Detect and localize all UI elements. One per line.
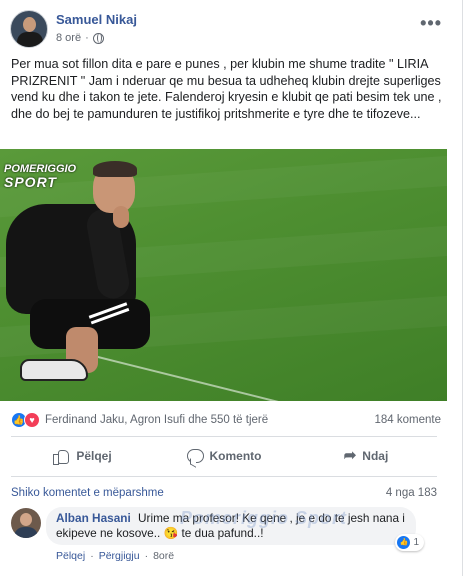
post-actions: Pëlqej Komento ➦ Ndaj [11, 440, 437, 472]
reactions-bar: 👍 ♥ Ferdinand Jaku, Agron Isufi dhe 550 … [11, 412, 441, 430]
comment-reaction-badge[interactable]: 👍 1 [395, 534, 424, 551]
like-reaction-icon: 👍 [397, 536, 411, 549]
comment-button[interactable]: Komento [153, 440, 295, 472]
globe-icon [92, 32, 104, 44]
comment-time[interactable]: 8orë [153, 550, 174, 562]
post-photo[interactable]: POMERIGGIO SPORT [0, 149, 447, 401]
reaction-names[interactable]: Ferdinand Jaku, Agron Isufi dhe 550 të t… [45, 414, 268, 426]
comment-watermark: Pomeriggio Sport [180, 508, 348, 528]
pitch-line [89, 354, 447, 401]
view-previous-comments-link[interactable]: Shiko komentet e mëparshme [11, 487, 164, 499]
watermark-line2: SPORT [4, 174, 57, 190]
comments-pager: 4 nga 183 [385, 487, 437, 499]
divider [11, 436, 437, 437]
comment-count[interactable]: 184 komente [375, 414, 442, 426]
post-card: Samuel Nikaj 8 orë · ••• Per mua sot fil… [0, 0, 463, 576]
coach-hand [113, 206, 129, 228]
love-reaction-icon: ♥ [24, 412, 40, 428]
commenter-avatar[interactable] [11, 508, 41, 538]
image-watermark: POMERIGGIO SPORT [4, 163, 76, 189]
separator-dot: · [90, 550, 94, 562]
like-button[interactable]: Pëlqej [11, 440, 153, 472]
comment-actions: Pëlqej · Përgjigju · 8orë [56, 550, 174, 562]
avatar-head [23, 17, 36, 32]
comment-like-link[interactable]: Pëlqej [56, 550, 85, 562]
like-label: Pëlqej [76, 449, 112, 463]
coach-shoe [20, 359, 88, 381]
comment-bubble: Pomeriggio Sport Alban Hasani Urime ma p… [46, 507, 424, 551]
post-time[interactable]: 8 orë [56, 32, 81, 44]
post-text: Per mua sot fillon dita e pare e punes ,… [11, 57, 446, 121]
commenter-name[interactable]: Alban Hasani [56, 511, 131, 525]
author-avatar[interactable] [10, 10, 48, 48]
post-header: Samuel Nikaj 8 orë · ••• [10, 10, 452, 50]
share-icon: ➦ [343, 447, 357, 464]
comment-label: Komento [209, 449, 262, 463]
share-label: Ndaj [362, 449, 389, 463]
comments-header: Shiko komentet e mëparshme 4 nga 183 [11, 487, 437, 499]
commenter-avatar-body [14, 527, 38, 538]
commenter-avatar-head [20, 513, 32, 526]
more-options-icon[interactable]: ••• [420, 14, 442, 32]
divider [11, 476, 437, 477]
post-meta: 8 orë · [56, 32, 104, 44]
separator-dot: · [144, 550, 149, 562]
share-button[interactable]: ➦ Ndaj [295, 440, 437, 472]
comment-reply-link[interactable]: Përgjigju [99, 550, 140, 562]
coach-hair [93, 161, 137, 177]
comment-reaction-count: 1 [413, 537, 419, 548]
author-name[interactable]: Samuel Nikaj [56, 12, 137, 27]
reaction-icons[interactable]: 👍 ♥ [11, 412, 40, 428]
avatar-body [17, 32, 43, 47]
comment-icon [186, 449, 204, 463]
separator-dot: · [85, 32, 89, 44]
thumbs-up-icon [52, 448, 70, 465]
